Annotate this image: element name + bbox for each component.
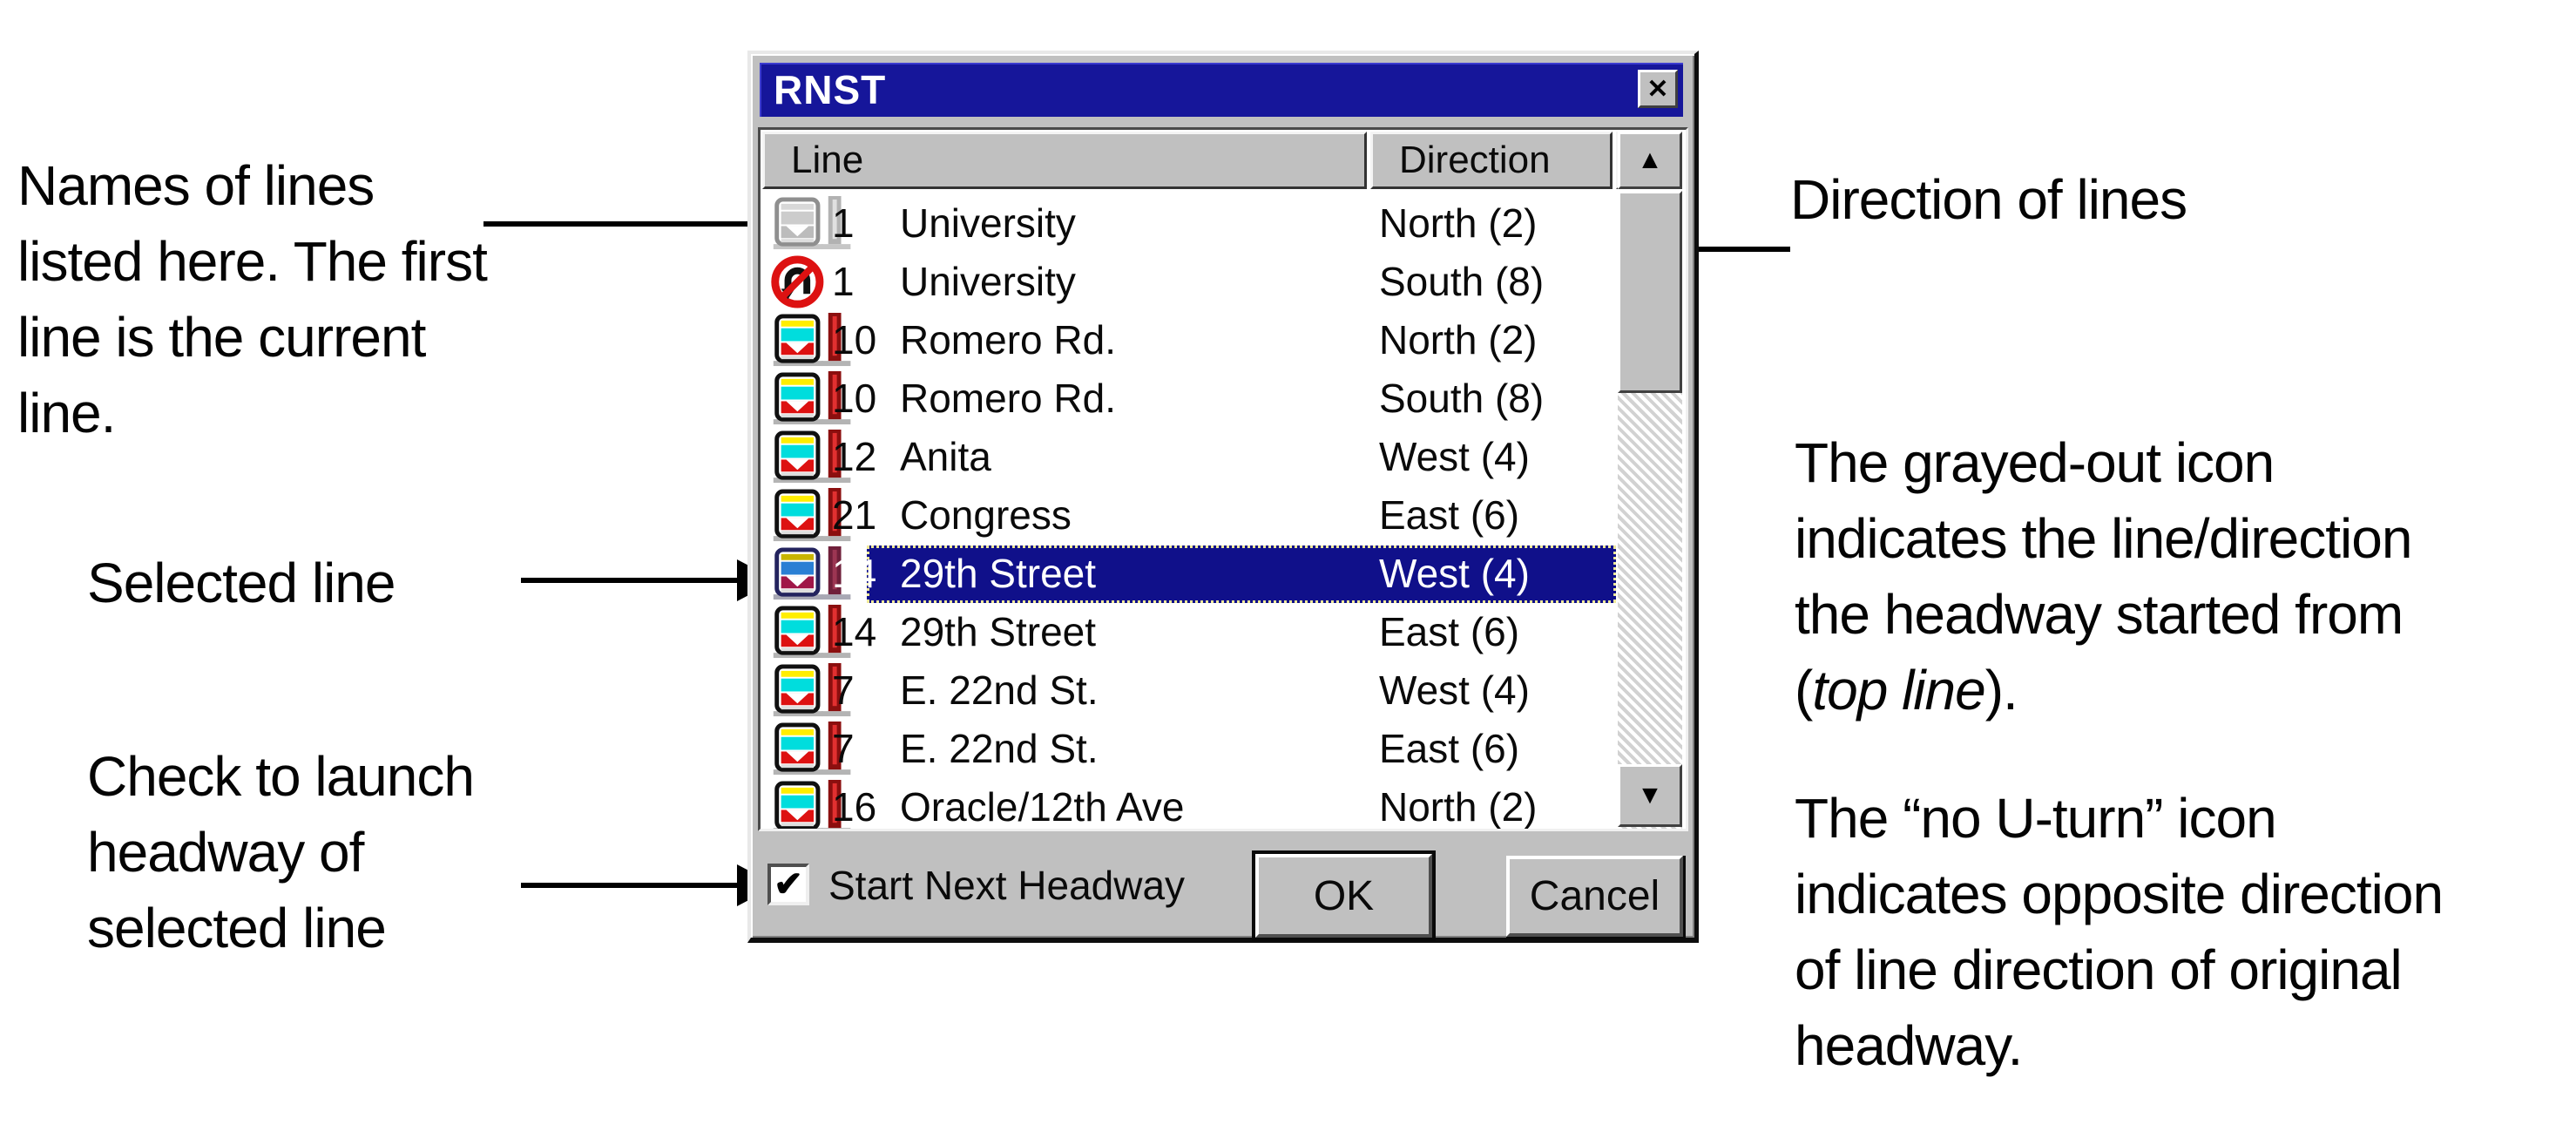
line-number: 1 bbox=[832, 194, 855, 253]
line-direction: North (2) bbox=[1379, 778, 1537, 829]
scroll-up-icon: ▲ bbox=[1637, 146, 1663, 175]
checkmark-icon: ✔ bbox=[774, 864, 803, 904]
list-item[interactable]: 14 29th Street West (4) bbox=[761, 545, 1618, 603]
annotation-no-uturn-icon: The “no U-turn” icon indicates opposite … bbox=[1795, 781, 2561, 1084]
list-item[interactable]: 10 Romero Rd. South (8) bbox=[761, 369, 1618, 428]
list-item[interactable]: 16 Oracle/12th Ave North (2) bbox=[761, 778, 1618, 829]
window-title: RNST bbox=[760, 66, 886, 113]
cancel-button[interactable]: Cancel bbox=[1506, 856, 1686, 939]
title-bar[interactable]: RNST ✕ bbox=[760, 63, 1683, 117]
line-name: Romero Rd. bbox=[900, 311, 1116, 369]
annotation-check-to-launch: Check to launch headway of selected line bbox=[87, 739, 575, 966]
line-listview: Line Direction 1 University North (2) 1 … bbox=[758, 127, 1688, 831]
close-button[interactable]: ✕ bbox=[1638, 70, 1678, 108]
line-name: University bbox=[900, 194, 1076, 253]
list-item[interactable]: 10 Romero Rd. North (2) bbox=[761, 311, 1618, 369]
line-number: 12 bbox=[832, 428, 876, 486]
annotation-direction-of-lines: Direction of lines bbox=[1790, 162, 2487, 238]
ok-button-label: OK bbox=[1314, 872, 1374, 920]
scrollbar-down-button[interactable]: ▼ bbox=[1618, 764, 1682, 827]
column-header-line[interactable]: Line bbox=[762, 132, 1367, 189]
line-direction: North (2) bbox=[1379, 194, 1537, 253]
line-name: 29th Street bbox=[900, 545, 1096, 603]
ok-button[interactable]: OK bbox=[1252, 850, 1436, 941]
line-number: 14 bbox=[832, 545, 876, 603]
list-item[interactable]: 21 Congress East (6) bbox=[761, 486, 1618, 545]
line-name: University bbox=[900, 253, 1076, 311]
start-next-headway-checkbox[interactable]: ✔ bbox=[767, 864, 809, 905]
line-number: 10 bbox=[832, 369, 876, 428]
line-direction: South (8) bbox=[1379, 369, 1544, 428]
line-direction: East (6) bbox=[1379, 720, 1519, 778]
line-name: E. 22nd St. bbox=[900, 720, 1099, 778]
list-item[interactable]: 1 University North (2) bbox=[761, 194, 1618, 253]
line-direction: East (6) bbox=[1379, 486, 1519, 545]
line-name: Oracle/12th Ave bbox=[900, 778, 1184, 829]
line-number: 14 bbox=[832, 603, 876, 661]
arrow-names-line bbox=[483, 221, 774, 227]
line-direction: North (2) bbox=[1379, 311, 1537, 369]
line-direction: South (8) bbox=[1379, 253, 1544, 311]
line-direction: West (4) bbox=[1379, 428, 1530, 486]
list-item[interactable]: 1 University South (8) bbox=[761, 253, 1618, 311]
line-number: 10 bbox=[832, 311, 876, 369]
annotation-grayed-icon: The grayed-out icon indicates the line/d… bbox=[1795, 425, 2544, 728]
scroll-down-icon: ▼ bbox=[1637, 781, 1663, 810]
line-number: 1 bbox=[832, 253, 855, 311]
line-direction: West (4) bbox=[1379, 545, 1530, 603]
scrollbar-up-button[interactable]: ▲ bbox=[1618, 132, 1682, 189]
line-name: Congress bbox=[900, 486, 1072, 545]
line-number: 16 bbox=[832, 778, 876, 829]
column-header-direction[interactable]: Direction bbox=[1370, 132, 1613, 189]
scrollbar-thumb[interactable] bbox=[1618, 191, 1682, 393]
close-icon: ✕ bbox=[1646, 74, 1668, 105]
cancel-button-label: Cancel bbox=[1530, 872, 1660, 920]
rnst-dialog: RNST ✕ Line Direction 1 University North… bbox=[747, 51, 1699, 943]
list-item[interactable]: 14 29th Street East (6) bbox=[761, 603, 1618, 661]
annotation-selected-line: Selected line bbox=[87, 545, 575, 621]
list-item[interactable]: 12 Anita West (4) bbox=[761, 428, 1618, 486]
list-item[interactable]: 7 E. 22nd St. West (4) bbox=[761, 661, 1618, 720]
start-next-headway-label: Start Next Headway bbox=[828, 864, 1185, 905]
line-direction: East (6) bbox=[1379, 603, 1519, 661]
line-name: Romero Rd. bbox=[900, 369, 1116, 428]
page: Names of lines listed here. The first li… bbox=[0, 0, 2576, 1145]
line-number: 7 bbox=[832, 661, 855, 720]
line-number: 7 bbox=[832, 720, 855, 778]
line-name: Anita bbox=[900, 428, 991, 486]
line-number: 21 bbox=[832, 486, 876, 545]
line-list: 1 University North (2) 1 University Sout… bbox=[761, 191, 1618, 829]
line-name: E. 22nd St. bbox=[900, 661, 1099, 720]
arrow-checkbox-line bbox=[521, 883, 739, 888]
list-item[interactable]: 7 E. 22nd St. East (6) bbox=[761, 720, 1618, 778]
arrow-selected-line bbox=[521, 578, 739, 583]
line-name: 29th Street bbox=[900, 603, 1096, 661]
line-direction: West (4) bbox=[1379, 661, 1530, 720]
annotation-names-of-lines: Names of lines listed here. The first li… bbox=[17, 148, 575, 451]
